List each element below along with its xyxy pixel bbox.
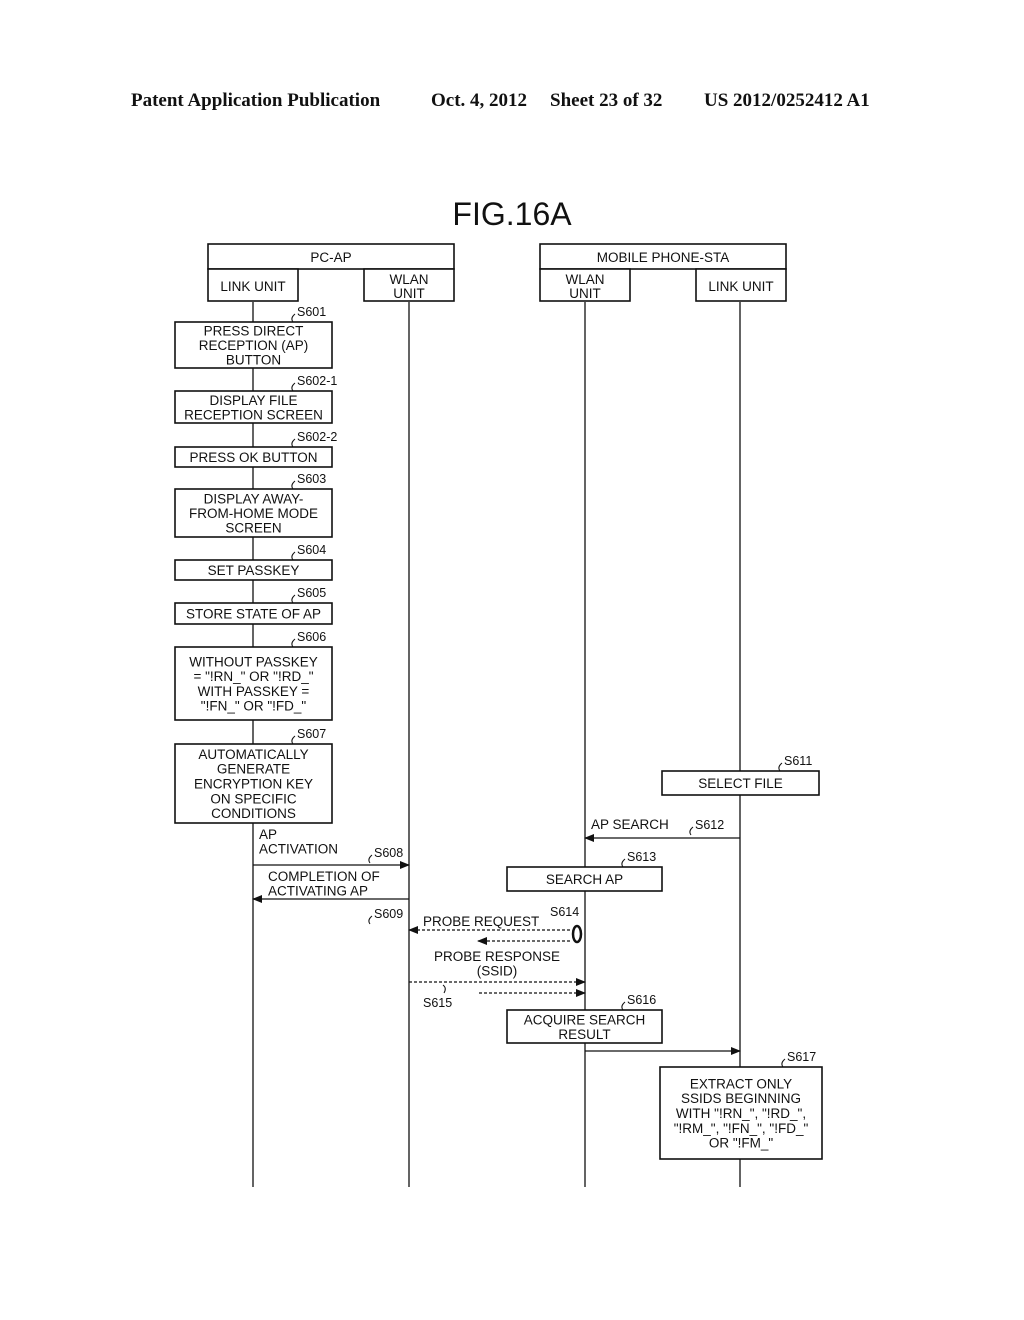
- step-text: OR "!FM_": [709, 1136, 774, 1151]
- leader-tick: [291, 638, 296, 648]
- step-text: = "!RN_" OR "!RD_": [193, 669, 313, 684]
- step-id: S615: [423, 996, 452, 1010]
- leader-tick: [291, 735, 296, 745]
- leader-tick: [781, 1058, 786, 1068]
- leader-tick: [621, 1001, 626, 1011]
- process-step-s602-2: PRESS OK BUTTON S602-2: [174, 430, 337, 468]
- step-id: S602-2: [297, 430, 337, 444]
- message-label: AP: [259, 827, 277, 842]
- step-text: SET PASSKEY: [208, 563, 300, 578]
- message-label: PROBE REQUEST: [423, 914, 539, 929]
- step-id: S602-1: [297, 374, 337, 388]
- message-label: PROBE RESPONSE: [434, 949, 560, 964]
- step-text: GENERATE: [217, 762, 290, 777]
- step-id: S607: [297, 727, 326, 741]
- message-label: ACTIVATING AP: [268, 884, 368, 899]
- unit-label: WLAN UNIT: [565, 272, 604, 301]
- step-text: RESULT: [558, 1027, 610, 1042]
- leader-tick: [368, 854, 373, 864]
- step-text: RECEPTION (AP): [199, 338, 309, 353]
- step-text: AUTOMATICALLY: [198, 747, 308, 762]
- step-text: SSIDS BEGINNING: [681, 1091, 801, 1106]
- leader-tick: [291, 480, 296, 490]
- step-text: RECEPTION SCREEN: [184, 407, 323, 422]
- step-id: S611: [784, 754, 812, 768]
- process-step-s602-1: DISPLAY FILERECEPTION SCREEN S602-1: [174, 374, 337, 424]
- leader-tick: [291, 594, 296, 604]
- step-text: WITHOUT PASSKEY: [189, 654, 318, 669]
- step-text: STORE STATE OF AP: [186, 607, 321, 622]
- step-id: S613: [627, 850, 656, 864]
- leader-tick: [291, 382, 296, 392]
- step-text: SELECT FILE: [698, 776, 783, 791]
- step-text: DISPLAY AWAY-: [204, 492, 304, 507]
- step-text: ACQUIRE SEARCH: [524, 1012, 646, 1027]
- step-text: EXTRACT ONLY: [690, 1076, 792, 1091]
- process-step-s617: EXTRACT ONLYSSIDS BEGINNINGWITH "!RN_", …: [659, 1050, 823, 1160]
- step-id: S616: [627, 993, 656, 1007]
- step-id: S612: [695, 818, 724, 832]
- step-id: S601: [297, 305, 326, 319]
- step-id: S608: [374, 846, 403, 860]
- message-label: ACTIVATION: [259, 842, 338, 857]
- leader-tick: [689, 826, 694, 836]
- step-id: S604: [297, 543, 326, 557]
- step-id: S605: [297, 586, 326, 600]
- step-text: PRESS DIRECT: [204, 324, 304, 339]
- step-text: ENCRYPTION KEY: [194, 777, 313, 792]
- sequence-diagram: PC-AP LINK UNIT WLAN UNIT MOBILE PHONE-ST…: [174, 243, 823, 1187]
- step-id: S603: [297, 472, 326, 486]
- leader-tick: [291, 551, 296, 561]
- step-text: WITH PASSKEY =: [198, 684, 310, 699]
- message-label: COMPLETION OF: [268, 869, 380, 884]
- step-id: S609: [374, 907, 403, 921]
- step-text: WITH "!RN_", "!RD_",: [676, 1106, 806, 1121]
- unit-label: LINK UNIT: [708, 279, 773, 294]
- leader-tick: [291, 313, 296, 323]
- leader-tick: [368, 915, 373, 925]
- step-id: S614: [550, 905, 579, 919]
- leader-tick: [291, 438, 296, 448]
- device-pc-ap: PC-AP LINK UNIT WLAN UNIT: [207, 243, 455, 302]
- leader-tick: [621, 858, 626, 868]
- step-text: ON SPECIFIC: [210, 791, 297, 806]
- leader-tick: [778, 762, 783, 772]
- device-name: MOBILE PHONE-STA: [597, 250, 730, 265]
- step-id: S617: [787, 1050, 816, 1064]
- message-label: (SSID): [477, 964, 518, 979]
- step-text: BUTTON: [226, 353, 281, 368]
- step-text: DISPLAY FILE: [209, 393, 297, 408]
- step-id: S606: [297, 630, 326, 644]
- step-text: "!FN_" OR "!FD_": [201, 699, 307, 714]
- leader-tick: [442, 984, 446, 994]
- unit-label: WLAN UNIT: [389, 272, 428, 301]
- device-mobile-phone-sta: MOBILE PHONE-STA WLAN UNIT LINK UNIT: [539, 243, 787, 302]
- device-name: PC-AP: [310, 250, 351, 265]
- step-text: CONDITIONS: [211, 806, 296, 821]
- step-text: "!RM_", "!FN_", "!FD_": [674, 1121, 809, 1136]
- loop-icon: [571, 924, 583, 944]
- step-text: PRESS OK BUTTON: [189, 450, 317, 465]
- step-text: SCREEN: [225, 521, 281, 536]
- step-text: SEARCH AP: [546, 872, 623, 887]
- message-label: AP SEARCH: [591, 817, 669, 832]
- unit-label: LINK UNIT: [220, 279, 285, 294]
- step-text: FROM-HOME MODE: [189, 506, 318, 521]
